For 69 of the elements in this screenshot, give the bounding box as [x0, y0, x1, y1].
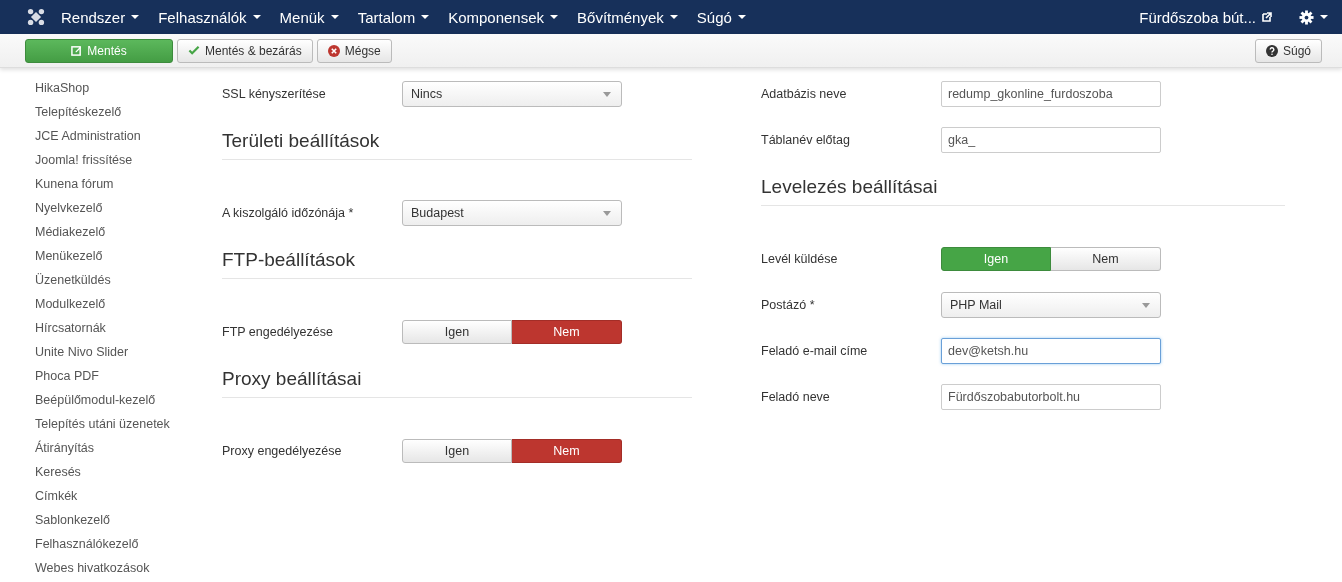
help-icon [1265, 44, 1278, 57]
section-heading: Levelezés beállításai [761, 173, 1285, 206]
cancel-button[interactable]: Mégse [316, 38, 392, 63]
toggle-option[interactable]: Nem [512, 320, 622, 344]
sidebar-item[interactable]: Webes hivatkozások [35, 556, 222, 580]
dropdown-arrow-icon [1142, 302, 1150, 308]
sidebar-item[interactable]: Üzenetküldés [35, 268, 222, 292]
menu-item[interactable]: Rendszer [61, 8, 140, 26]
text-field[interactable]: gka_ [941, 127, 1161, 153]
sidebar-item[interactable]: Felhasználókezelő [35, 532, 222, 556]
menu-item[interactable]: Tartalom [357, 8, 430, 26]
toggle-option[interactable]: Nem [1051, 247, 1161, 271]
field-label: Feladó neve [761, 390, 831, 404]
save-close-button[interactable]: Mentés & bezárás [177, 38, 313, 63]
toggle-option[interactable]: Igen [402, 320, 512, 344]
section-heading: FTP-beállítások [222, 246, 692, 279]
sidebar-item[interactable]: JCE Administration [35, 124, 222, 148]
dropdown-arrow-icon [603, 91, 611, 97]
settings-icon [1299, 9, 1314, 25]
sidebar-item[interactable]: Címkék [35, 484, 222, 508]
sidebar-item[interactable]: Unite Nivo Slider [35, 340, 222, 364]
text-field[interactable]: Fürdőszobabutorbolt.hu [941, 384, 1161, 410]
field-label: A kiszolgáló időzónája * [222, 206, 355, 220]
sidebar-item[interactable]: Hírcsatornák [35, 316, 222, 340]
sidebar-item[interactable]: Phoca PDF [35, 364, 222, 388]
edit-icon [71, 45, 83, 56]
field-label: FTP engedélyezése [222, 325, 334, 339]
menu-item[interactable]: Bővítmények [577, 8, 678, 26]
dropdown-arrow-icon [603, 210, 611, 216]
site-link[interactable]: Fürdőszoba bút... [1139, 8, 1272, 26]
sidebar-item[interactable]: Menükezelő [35, 244, 222, 268]
sidebar-item[interactable]: Telepítés utáni üzenetek [35, 412, 222, 436]
field-label: Feladó e-mail címe [761, 344, 869, 358]
menu-item[interactable]: Súgó [696, 8, 746, 26]
field-label: Proxy engedélyezése [222, 444, 343, 458]
check-icon [188, 45, 200, 56]
sidebar-item[interactable]: Modulkezelő [35, 292, 222, 316]
section-heading: Területi beállítások [222, 127, 692, 160]
menu-item[interactable]: Felhasználók [158, 8, 261, 26]
sidebar-item[interactable]: Joomla! frissítése [35, 148, 222, 172]
settings-menu[interactable] [1299, 9, 1328, 25]
sidebar-item[interactable]: Beépülőmodul-kezelő [35, 388, 222, 412]
field-label: Adatbázis neve [761, 87, 848, 101]
sidebar-item[interactable]: HikaShop [35, 76, 222, 100]
field-label: Táblanév előtag [761, 133, 851, 147]
sidebar-item[interactable]: Telepítéskezelő [35, 100, 222, 124]
menu-item[interactable]: Komponensek [448, 8, 559, 26]
sidebar-item[interactable]: Átirányítás [35, 436, 222, 460]
text-field[interactable]: dev@ketsh.hu [941, 338, 1161, 364]
toggle-option[interactable]: Igen [402, 439, 512, 463]
menu-item[interactable]: Menük [279, 8, 339, 26]
field-label: SSL kényszerítése [222, 87, 327, 101]
section-heading: Proxy beállításai [222, 365, 692, 398]
sidebar-item[interactable]: Médiakezelő [35, 220, 222, 244]
field-label: Levél küldése [761, 252, 839, 266]
external-link-icon [1262, 12, 1272, 22]
sidebar-item[interactable]: Keresés [35, 460, 222, 484]
sidebar-item[interactable]: Kunena fórum [35, 172, 222, 196]
field-label: Postázó * [761, 298, 816, 312]
dropdown[interactable]: Nincs [402, 81, 622, 107]
text-field[interactable]: redump_gkonline_furdoszoba [941, 81, 1161, 107]
logo-icon[interactable] [27, 8, 45, 26]
sidebar-item[interactable]: Sablonkezelő [35, 508, 222, 532]
dropdown[interactable]: Budapest [402, 200, 622, 226]
toggle-option[interactable]: Nem [512, 439, 622, 463]
close-icon [327, 44, 340, 57]
dropdown[interactable]: PHP Mail [941, 292, 1161, 318]
help-button[interactable]: Súgó [1254, 38, 1322, 63]
sidebar-item[interactable]: Nyelvkezelő [35, 196, 222, 220]
